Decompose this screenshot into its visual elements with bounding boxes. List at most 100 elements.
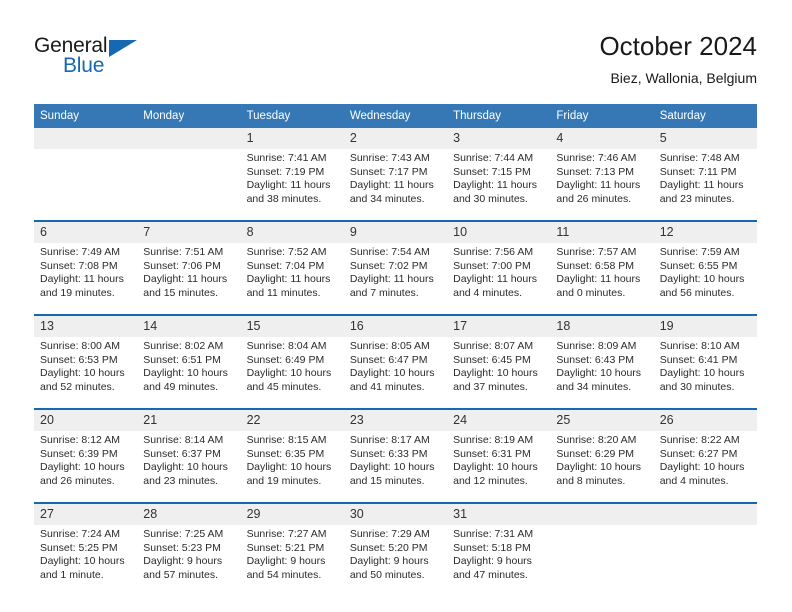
day-number[interactable]: 29 (240, 504, 344, 525)
day-number[interactable]: 11 (550, 222, 654, 243)
week-detail-row: Sunrise: 8:00 AM Sunset: 6:53 PM Daylight:… (34, 337, 757, 408)
day-cell[interactable]: Sunrise: 7:49 AM Sunset: 7:08 PM Daylight:… (34, 243, 138, 314)
daylight-text: Daylight: 10 hours and 26 minutes. (40, 461, 125, 487)
day-cell[interactable]: Sunrise: 7:43 AM Sunset: 7:17 PM Daylight:… (343, 149, 448, 220)
day-number[interactable]: 1 (240, 128, 344, 149)
day-number[interactable]: 17 (447, 316, 551, 337)
day-cell[interactable]: Sunrise: 8:10 AM Sunset: 6:41 PM Daylight:… (653, 337, 757, 408)
sunrise-text: Sunrise: 8:12 AM (40, 434, 120, 446)
daylight-text: Daylight: 10 hours and 1 minute. (40, 555, 125, 581)
day-number[interactable]: 24 (447, 410, 551, 431)
day-cell[interactable]: Sunrise: 8:15 AM Sunset: 6:35 PM Daylight:… (240, 431, 344, 502)
day-cell[interactable]: Sunrise: 8:04 AM Sunset: 6:49 PM Daylight:… (240, 337, 344, 408)
weekday-header-monday: Monday (137, 104, 241, 128)
day-cell[interactable]: Sunrise: 7:59 AM Sunset: 6:55 PM Daylight:… (653, 243, 757, 314)
day-number[interactable]: 12 (653, 222, 757, 243)
day-number[interactable]: 30 (343, 504, 448, 525)
calendar-body: 1 2 3 4 5 Sunrise: 7:41 AM Sunset: 7:19 PM Dayl… (34, 128, 757, 596)
day-cell[interactable]: Sunrise: 8:17 AM Sunset: 6:33 PM Daylight:… (343, 431, 448, 502)
daylight-text: Daylight: 10 hours and 52 minutes. (40, 367, 125, 393)
day-number[interactable]: 22 (240, 410, 344, 431)
sunset-text: Sunset: 6:45 PM (453, 353, 531, 366)
day-cell[interactable]: Sunrise: 7:51 AM Sunset: 7:06 PM Daylight:… (137, 243, 241, 314)
day-cell[interactable]: Sunrise: 8:14 AM Sunset: 6:37 PM Daylight:… (137, 431, 241, 502)
sunset-text: Sunset: 6:53 PM (40, 353, 118, 366)
day-number[interactable]: 23 (343, 410, 448, 431)
day-number[interactable]: 7 (137, 222, 241, 243)
day-number-empty (34, 128, 138, 149)
day-cell[interactable]: Sunrise: 7:31 AM Sunset: 5:18 PM Daylight:… (447, 525, 551, 596)
day-number[interactable]: 6 (34, 222, 138, 243)
sunset-text: Sunset: 5:18 PM (453, 541, 531, 554)
day-cell[interactable]: Sunrise: 7:25 AM Sunset: 5:23 PM Daylight:… (137, 525, 241, 596)
day-number[interactable]: 31 (447, 504, 551, 525)
sunrise-text: Sunrise: 7:52 AM (246, 246, 327, 258)
day-number[interactable]: 21 (137, 410, 241, 431)
day-number[interactable]: 4 (550, 128, 654, 149)
day-cell[interactable]: Sunrise: 7:27 AM Sunset: 5:21 PM Daylight:… (240, 525, 344, 596)
daylight-text: Daylight: 11 hours and 19 minutes. (40, 273, 124, 299)
day-number[interactable]: 15 (240, 316, 344, 337)
sunrise-text: Sunrise: 7:31 AM (453, 528, 534, 540)
day-number[interactable]: 20 (34, 410, 138, 431)
day-number[interactable]: 18 (550, 316, 654, 337)
day-number[interactable]: 5 (653, 128, 757, 149)
day-number[interactable]: 10 (447, 222, 551, 243)
day-cell-empty (34, 149, 138, 220)
logo-word-blue: Blue (63, 54, 105, 77)
day-cell[interactable]: Sunrise: 7:24 AM Sunset: 5:25 PM Daylight:… (34, 525, 138, 596)
day-cell[interactable]: Sunrise: 7:46 AM Sunset: 7:13 PM Daylight:… (550, 149, 654, 220)
day-cell[interactable]: Sunrise: 7:44 AM Sunset: 7:15 PM Daylight:… (447, 149, 551, 220)
sunrise-text: Sunrise: 7:46 AM (556, 152, 637, 164)
day-cell[interactable]: Sunrise: 8:20 AM Sunset: 6:29 PM Daylight:… (550, 431, 654, 502)
sunrise-text: Sunrise: 7:48 AM (659, 152, 740, 164)
day-cell[interactable]: Sunrise: 7:48 AM Sunset: 7:11 PM Daylight:… (653, 149, 757, 220)
day-cell[interactable]: Sunrise: 8:02 AM Sunset: 6:51 PM Daylight:… (137, 337, 241, 408)
week-date-row: 13 14 15 16 17 18 19 (34, 316, 757, 337)
day-cell-empty (137, 149, 241, 220)
daylight-text: Daylight: 9 hours and 57 minutes. (143, 555, 223, 581)
day-number[interactable]: 25 (550, 410, 654, 431)
sunrise-text: Sunrise: 8:22 AM (659, 434, 740, 446)
day-number[interactable]: 13 (34, 316, 138, 337)
daylight-text: Daylight: 9 hours and 54 minutes. (246, 555, 326, 581)
day-number[interactable]: 19 (653, 316, 757, 337)
day-number[interactable]: 14 (137, 316, 241, 337)
day-number[interactable]: 9 (343, 222, 448, 243)
day-cell[interactable]: Sunrise: 7:57 AM Sunset: 6:58 PM Daylight:… (550, 243, 654, 314)
sunrise-text: Sunrise: 7:29 AM (349, 528, 430, 540)
day-number[interactable]: 16 (343, 316, 448, 337)
day-cell[interactable]: Sunrise: 8:00 AM Sunset: 6:53 PM Daylight:… (34, 337, 138, 408)
day-cell[interactable]: Sunrise: 8:12 AM Sunset: 6:39 PM Daylight:… (34, 431, 138, 502)
day-cell[interactable]: Sunrise: 7:29 AM Sunset: 5:20 PM Daylight:… (343, 525, 448, 596)
day-cell[interactable]: Sunrise: 8:07 AM Sunset: 6:45 PM Daylight:… (447, 337, 551, 408)
sunset-text: Sunset: 6:35 PM (246, 447, 325, 460)
week-detail-row: Sunrise: 7:24 AM Sunset: 5:25 PM Daylight:… (34, 525, 757, 596)
calendar-page: General Blue October 2024 Biez, Wallonia… (0, 0, 792, 612)
daylight-text: Daylight: 11 hours and 34 minutes. (349, 179, 434, 205)
day-cell[interactable]: Sunrise: 7:41 AM Sunset: 7:19 PM Daylight:… (240, 149, 344, 220)
sunset-text: Sunset: 7:06 PM (143, 259, 221, 272)
daylight-text: Daylight: 11 hours and 0 minutes. (556, 273, 641, 299)
day-cell[interactable]: Sunrise: 7:54 AM Sunset: 7:02 PM Daylight:… (343, 243, 448, 314)
day-number[interactable]: 2 (343, 128, 448, 149)
day-cell[interactable]: Sunrise: 7:52 AM Sunset: 7:04 PM Daylight:… (240, 243, 344, 314)
sunrise-text: Sunrise: 8:19 AM (453, 434, 534, 446)
sunrise-text: Sunrise: 7:24 AM (40, 528, 120, 540)
sunset-text: Sunset: 7:11 PM (659, 165, 737, 178)
sunset-text: Sunset: 7:15 PM (453, 165, 531, 178)
sunset-text: Sunset: 6:27 PM (659, 447, 738, 460)
day-number[interactable]: 3 (447, 128, 551, 149)
day-cell[interactable]: Sunrise: 8:22 AM Sunset: 6:27 PM Daylight:… (653, 431, 757, 502)
day-number[interactable]: 28 (137, 504, 241, 525)
sunset-text: Sunset: 6:33 PM (349, 447, 428, 460)
daylight-text: Daylight: 11 hours and 11 minutes. (246, 273, 331, 299)
day-number[interactable]: 8 (240, 222, 344, 243)
day-number[interactable]: 27 (34, 504, 138, 525)
day-cell[interactable]: Sunrise: 8:19 AM Sunset: 6:31 PM Daylight:… (447, 431, 551, 502)
daylight-text: Daylight: 10 hours and 8 minutes. (556, 461, 642, 487)
day-cell[interactable]: Sunrise: 8:09 AM Sunset: 6:43 PM Daylight:… (550, 337, 654, 408)
day-number[interactable]: 26 (653, 410, 757, 431)
day-cell[interactable]: Sunrise: 8:05 AM Sunset: 6:47 PM Daylight:… (343, 337, 448, 408)
day-cell[interactable]: Sunrise: 7:56 AM Sunset: 7:00 PM Daylight:… (447, 243, 551, 314)
